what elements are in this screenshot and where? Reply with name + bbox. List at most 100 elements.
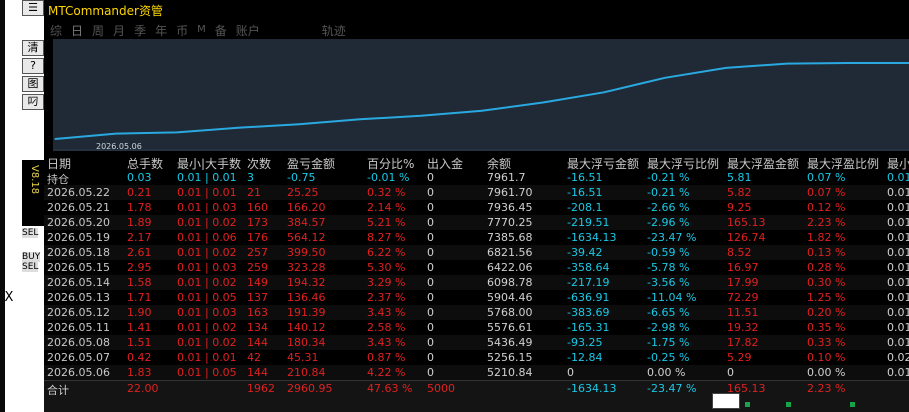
table-row[interactable]: 2026.05.12 1.90 0.01 | 0.03 163 191.39 3.43 %… xyxy=(44,305,909,320)
sell-button-2[interactable]: SEL xyxy=(22,262,39,272)
cell-max-float-loss: -217.19 xyxy=(567,276,610,289)
cell-total-lots: 1.58 xyxy=(127,276,152,289)
close-icon[interactable]: X xyxy=(0,290,18,305)
cell-max-float-loss: -358.64 xyxy=(567,261,610,274)
sell-button[interactable]: SEL xyxy=(22,228,39,238)
cell-total-lots: 1.89 xyxy=(127,216,152,229)
cell-balance: 6422.06 xyxy=(487,261,533,274)
toolbar-button-extra[interactable]: 叼 xyxy=(22,94,44,110)
table-row[interactable]: 2026.05.20 1.89 0.01 | 0.02 173 384.57 5.21 %… xyxy=(44,215,909,230)
tab-week[interactable]: 周 xyxy=(92,22,104,40)
tab-month[interactable]: 月 xyxy=(113,22,125,40)
cell-deposit: 0 xyxy=(427,306,434,319)
status-dot xyxy=(786,402,791,407)
cell-percent: 0.32 % xyxy=(367,186,406,199)
cell-min: 0.01 xyxy=(887,276,909,289)
equity-chart-svg xyxy=(53,62,909,151)
cell-min: 0.01 xyxy=(887,321,909,334)
cell-min: 0.01 xyxy=(887,261,909,274)
cell-min-max-lots: 0.01 | 0.02 xyxy=(177,321,237,334)
cell-min: 0.01 xyxy=(887,291,909,304)
table-row[interactable]: 2026.05.22 0.21 0.01 | 0.01 21 25.25 0.32 % 0 7… xyxy=(44,185,909,200)
cell-count: 137 xyxy=(247,291,268,304)
holding-row[interactable]: 持仓 0.03 0.01 | 0.01 3 -0.75 -0.01 % 0 7961.7 -16… xyxy=(44,170,909,186)
table-row[interactable]: 2026.05.08 1.51 0.01 | 0.02 144 180.34 3.43 %… xyxy=(44,335,909,350)
table-row[interactable]: 2026.05.07 0.42 0.01 | 0.01 42 45.31 0.87 % 0 5… xyxy=(44,350,909,365)
cell-count: 176 xyxy=(247,231,268,244)
bottom-indicator xyxy=(712,393,740,409)
summary-cell-deposit: 5000 xyxy=(427,382,455,395)
tab-account[interactable]: 账户 xyxy=(236,22,260,40)
cell-deposit: 0 xyxy=(427,216,434,229)
equity-point xyxy=(664,77,666,79)
cell-min-max-lots: 0.01 | 0.05 xyxy=(177,291,237,304)
cell-pnl: 564.12 xyxy=(287,231,326,244)
cell-count: 134 xyxy=(247,321,268,334)
cell-min-max-lots: 0.01 | 0.02 xyxy=(177,336,237,349)
cell-deposit: 0 xyxy=(427,366,434,379)
cell-pnl: 25.25 xyxy=(287,186,319,199)
toolbar-button-chart[interactable]: 图 xyxy=(22,76,44,92)
tab-summary[interactable]: 综 xyxy=(50,22,62,40)
cell-percent: 3.43 % xyxy=(367,306,406,319)
cell-min-max-lots: 0.01 | 0.02 xyxy=(177,276,237,289)
cell-max-float-loss: -636.91 xyxy=(567,291,610,304)
cell-pnl: 180.34 xyxy=(287,336,326,349)
cell-max-float-gain: 11.51 xyxy=(727,306,759,319)
cell-max-float-gain: 19.32 xyxy=(727,321,759,334)
table-row[interactable]: 2026.05.15 2.95 0.01 | 0.03 259 323.28 5.30 %… xyxy=(44,260,909,275)
cell-min: 0.01 xyxy=(887,201,909,214)
tab-backup[interactable]: 备 xyxy=(215,22,227,40)
cell-date: 2026.05.19 xyxy=(47,231,110,244)
cell-percent: 8.27 % xyxy=(367,231,406,244)
cell-date: 2026.05.11 xyxy=(47,321,110,334)
cell-max-float-loss: -39.42 xyxy=(567,246,603,259)
cell-max-float-gain-pct: 0.35 % xyxy=(807,321,846,334)
cell-min-max-lots: 0.01 | 0.02 xyxy=(177,246,237,259)
table-row[interactable]: 2026.05.11 1.41 0.01 | 0.02 134 140.12 2.58 %… xyxy=(44,320,909,335)
cell-count: 3 xyxy=(247,171,254,184)
cell-date: 2026.05.14 xyxy=(47,276,110,289)
tab-trajectory[interactable]: 轨迹 xyxy=(322,22,346,40)
cell-deposit: 0 xyxy=(427,246,434,259)
bottom-bar xyxy=(44,395,909,412)
cell-total-lots: 1.51 xyxy=(127,336,152,349)
cell-percent: 6.22 % xyxy=(367,246,406,259)
cell-max-float-gain-pct: 0.07 % xyxy=(807,171,846,184)
tab-m[interactable]: M xyxy=(197,24,206,40)
cell-balance: 5576.61 xyxy=(487,321,533,334)
cell-total-lots: 2.61 xyxy=(127,246,152,259)
cell-date: 2026.05.15 xyxy=(47,261,110,274)
cell-max-float-gain-pct: 0.10 % xyxy=(807,351,846,364)
cell-max-float-loss-pct: 0.00 % xyxy=(647,366,686,379)
toolbar-button-help[interactable]: ? xyxy=(22,58,44,74)
cell-date: 2026.05.18 xyxy=(47,246,110,259)
cell-max-float-gain-pct: 0.33 % xyxy=(807,336,846,349)
daily-report-table: 日期 总手数 最小|大手数 次数 盈亏金额 百分比% 出入金 余额 最大浮亏金额 最大浮亏比例 最大… xyxy=(44,155,909,395)
tab-currency[interactable]: 币 xyxy=(176,22,188,40)
table-row[interactable]: 2026.05.06 1.83 0.01 | 0.05 144 210.84 4.22 %… xyxy=(44,365,909,380)
cell-min: 0.01 xyxy=(887,366,909,379)
table-row[interactable]: 2026.05.13 1.71 0.01 | 0.05 137 136.46 2.37 %… xyxy=(44,290,909,305)
cell-max-float-loss-pct: -5.78 % xyxy=(647,261,690,274)
cell-pnl: -0.75 xyxy=(287,171,316,184)
cell-deposit: 0 xyxy=(427,261,434,274)
table-row[interactable]: 2026.05.18 2.61 0.01 | 0.02 257 399.50 6.22 %… xyxy=(44,245,909,260)
toolbar-button-clear[interactable]: 清 xyxy=(22,40,44,56)
tab-day[interactable]: 日 xyxy=(71,22,83,40)
table-row[interactable]: 2026.05.21 1.78 0.01 | 0.03 160 166.20 2.14 %… xyxy=(44,200,909,215)
tab-year[interactable]: 年 xyxy=(155,22,167,40)
cell-deposit: 0 xyxy=(427,186,434,199)
cell-balance: 7936.45 xyxy=(487,201,533,214)
cell-deposit: 0 xyxy=(427,351,434,364)
cell-max-float-loss-pct: -2.66 % xyxy=(647,201,690,214)
tab-quarter[interactable]: 季 xyxy=(134,22,146,40)
toolbar-button-menu[interactable]: ☰ xyxy=(22,0,44,16)
status-dot xyxy=(850,402,855,407)
period-tabs: 综 日 周 月 季 年 币 M 备 账户 轨迹 xyxy=(50,22,355,40)
table-row[interactable]: 2026.05.19 2.17 0.01 | 0.06 176 564.12 8.27 %… xyxy=(44,230,909,245)
cell-max-float-loss-pct: -1.75 % xyxy=(647,336,690,349)
table-row[interactable]: 2026.05.14 1.58 0.01 | 0.02 149 194.32 3.29 %… xyxy=(44,275,909,290)
cell-deposit: 0 xyxy=(427,276,434,289)
buy-button[interactable]: BUY xyxy=(22,252,41,262)
